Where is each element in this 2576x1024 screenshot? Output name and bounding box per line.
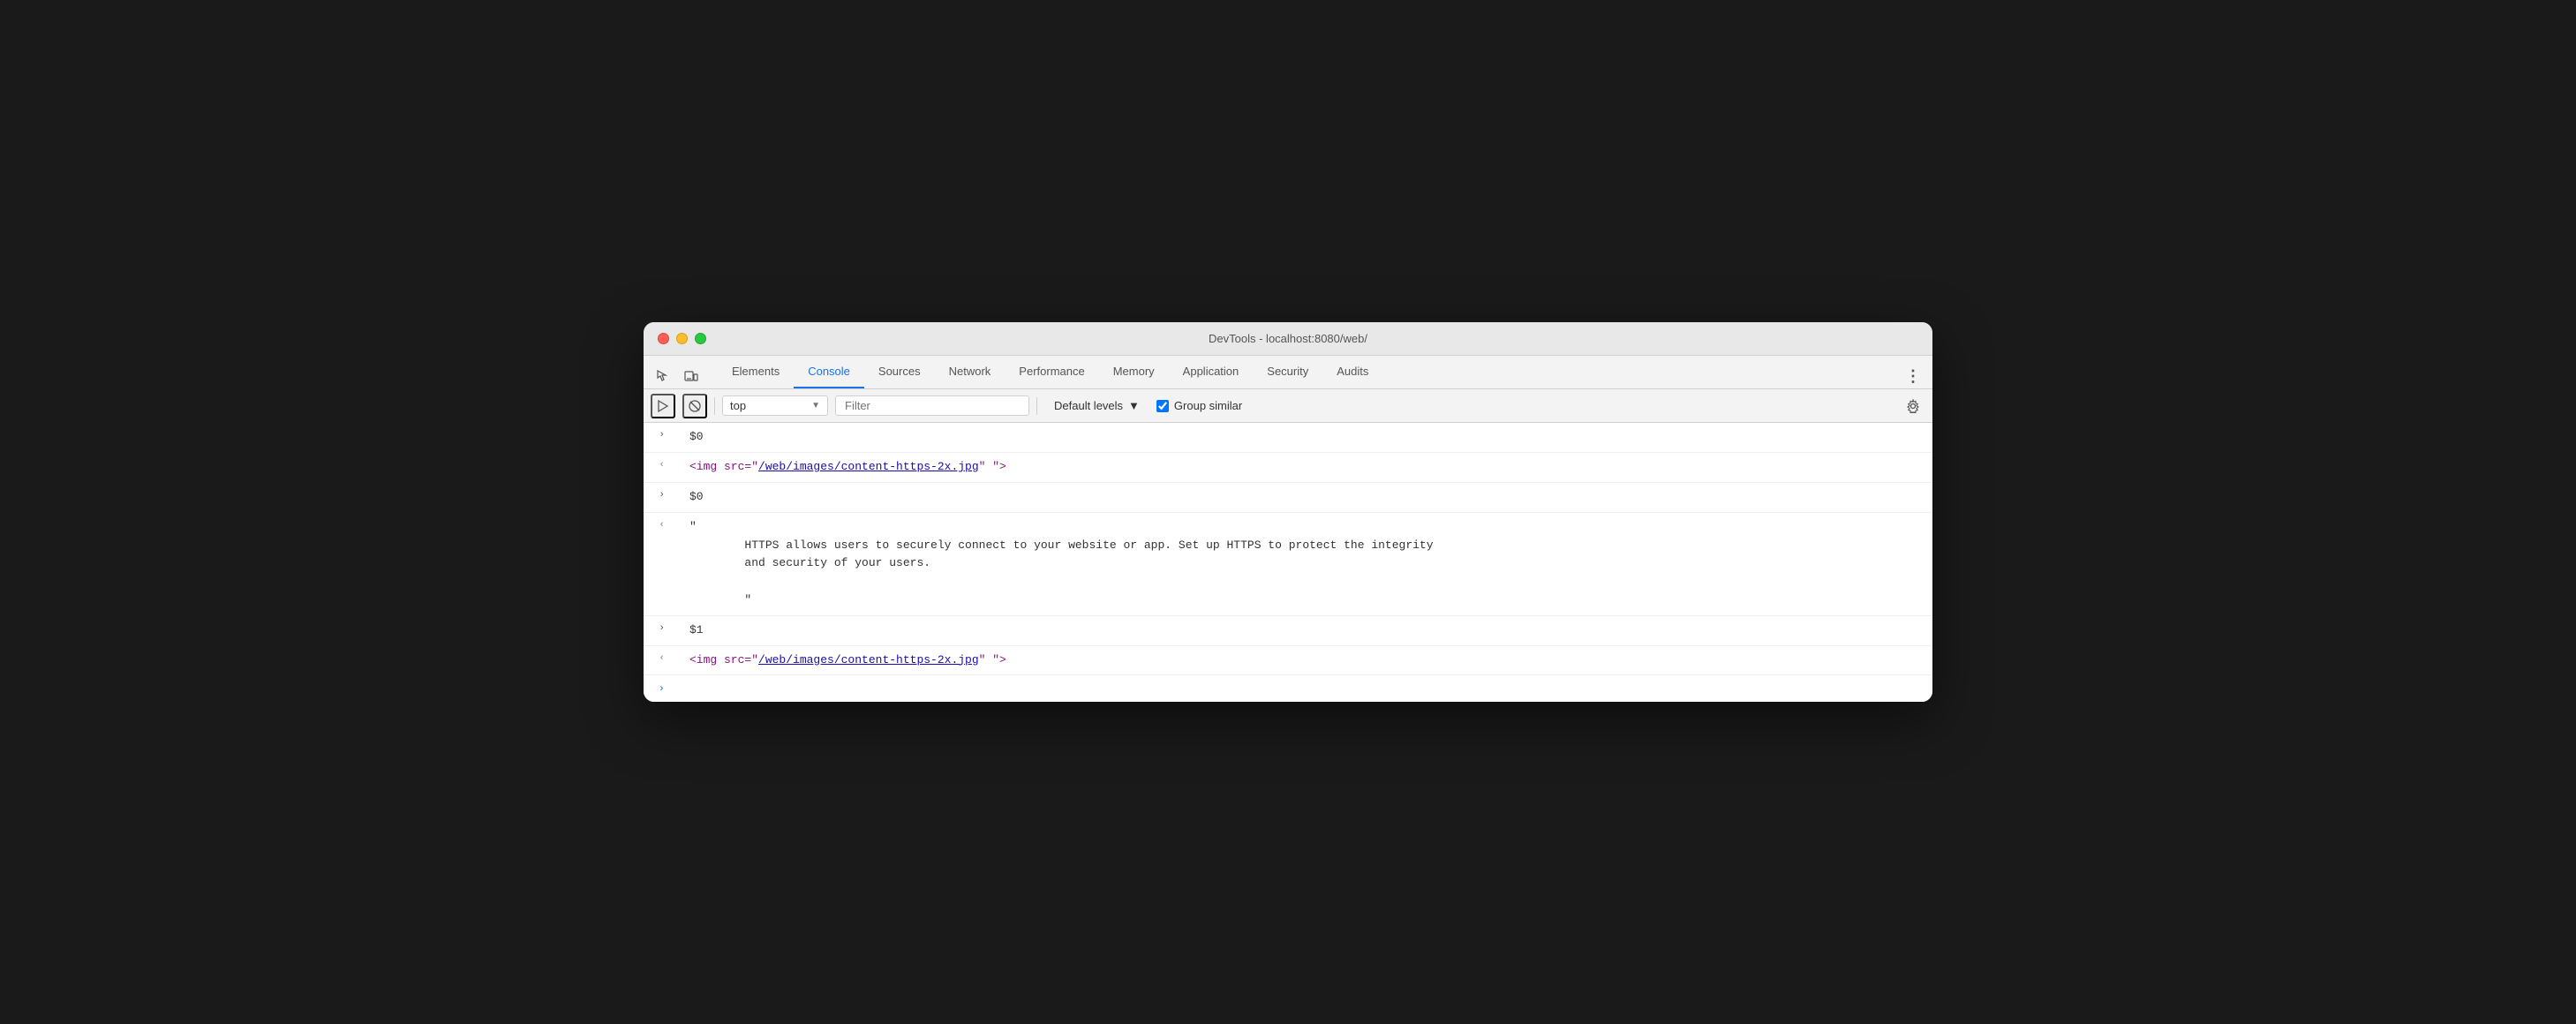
group-similar-text: Group similar — [1174, 399, 1242, 412]
more-tabs-button[interactable]: ⋮ — [1901, 364, 1925, 388]
levels-arrow-icon: ▼ — [1128, 399, 1140, 412]
context-arrow-icon: ▼ — [811, 401, 820, 410]
tab-application[interactable]: Application — [1169, 355, 1254, 388]
html-tag-close-1: " "> — [979, 460, 1006, 473]
input-arrow-icon: › — [659, 681, 665, 697]
toolbar-separator-2 — [1036, 397, 1037, 415]
inspect-element-button[interactable] — [651, 364, 675, 388]
html-link-1[interactable]: /web/images/content-https-2x.jpg — [758, 460, 979, 473]
tab-sources[interactable]: Sources — [864, 355, 935, 388]
arrow-right-icon-3: › — [659, 621, 665, 637]
row-content-5: $1 — [686, 620, 1932, 642]
row-content-6: <img src="/web/images/content-https-2x.j… — [686, 650, 1932, 672]
arrow-left-icon-1: ‹ — [659, 458, 665, 474]
row-gutter-6: ‹ — [644, 650, 672, 667]
tab-bar-right: ⋮ — [1901, 364, 1925, 388]
row-expand-6[interactable] — [672, 650, 686, 651]
tab-bar-left-icons — [651, 364, 704, 388]
arrow-left-icon-2: ‹ — [659, 518, 665, 534]
context-label: top — [730, 399, 746, 412]
row-expand-2[interactable] — [672, 456, 686, 458]
settings-gear-button[interactable] — [1901, 394, 1925, 418]
row-gutter-3: › — [644, 486, 672, 504]
html-tag-1: <img src=" — [689, 460, 758, 473]
html-tag-2: <img src=" — [689, 653, 758, 666]
traffic-lights — [658, 333, 706, 344]
row-expand-1[interactable] — [672, 426, 686, 428]
dollar-var-3: $1 — [689, 623, 704, 636]
tab-elements[interactable]: Elements — [718, 355, 794, 388]
row-gutter-2: ‹ — [644, 456, 672, 474]
tab-performance[interactable]: Performance — [1005, 355, 1098, 388]
maximize-button[interactable] — [695, 333, 706, 344]
tab-memory[interactable]: Memory — [1099, 355, 1169, 388]
row-expand-4[interactable] — [672, 516, 686, 518]
console-row-2: ‹ <img src="/web/images/content-https-2x… — [644, 453, 1932, 483]
console-row-1: › $0 — [644, 423, 1932, 453]
row-expand-3[interactable] — [672, 486, 686, 488]
device-toolbar-button[interactable] — [679, 364, 704, 388]
filter-input[interactable] — [835, 395, 1029, 416]
input-expand — [672, 688, 686, 689]
row-content-2: <img src="/web/images/content-https-2x.j… — [686, 456, 1932, 478]
console-row-5: › $1 — [644, 616, 1932, 646]
text-content-4: " HTTPS allows users to securely connect… — [689, 518, 1925, 610]
console-row-3: › $0 — [644, 483, 1932, 513]
row-expand-5[interactable] — [672, 620, 686, 621]
title-bar: DevTools - localhost:8080/web/ — [644, 322, 1932, 356]
row-gutter-4: ‹ — [644, 516, 672, 534]
tabs-container: Elements Console Sources Network Perform… — [718, 355, 1901, 388]
execute-context-button[interactable] — [651, 394, 675, 418]
row-gutter-5: › — [644, 620, 672, 637]
html-tag-close-2: " "> — [979, 653, 1006, 666]
tab-security[interactable]: Security — [1253, 355, 1322, 388]
arrow-right-icon-1: › — [659, 428, 665, 444]
row-gutter-1: › — [644, 426, 672, 444]
console-input[interactable] — [686, 681, 1932, 695]
arrow-left-icon-3: ‹ — [659, 651, 665, 667]
context-selector[interactable]: top ▼ — [722, 395, 828, 416]
row-content-4: " HTTPS allows users to securely connect… — [686, 516, 1932, 612]
window-title: DevTools - localhost:8080/web/ — [1209, 332, 1367, 345]
default-levels-button[interactable]: Default levels ▼ — [1044, 395, 1149, 416]
group-similar-checkbox[interactable] — [1156, 400, 1169, 412]
devtools-body: Elements Console Sources Network Perform… — [644, 356, 1932, 701]
console-row-4: ‹ " HTTPS allows users to securely conne… — [644, 513, 1932, 616]
toolbar-separator-1 — [714, 397, 715, 415]
group-similar-label[interactable]: Group similar — [1156, 399, 1242, 412]
tab-console[interactable]: Console — [794, 355, 864, 388]
console-row-6: ‹ <img src="/web/images/content-https-2x… — [644, 646, 1932, 676]
tab-audits[interactable]: Audits — [1322, 355, 1382, 388]
console-input-row: › — [644, 675, 1932, 701]
dollar-var-2: $0 — [689, 490, 704, 503]
console-content: › $0 ‹ <img src="/web/images/content-htt… — [644, 423, 1932, 701]
html-link-2[interactable]: /web/images/content-https-2x.jpg — [758, 653, 979, 666]
arrow-right-icon-2: › — [659, 488, 665, 504]
devtools-window: DevTools - localhost:8080/web/ — [644, 322, 1932, 701]
console-toolbar: top ▼ Default levels ▼ Group similar — [644, 389, 1932, 423]
levels-label: Default levels — [1054, 399, 1123, 412]
input-gutter: › — [644, 679, 672, 697]
tab-network[interactable]: Network — [935, 355, 1006, 388]
minimize-button[interactable] — [676, 333, 688, 344]
close-button[interactable] — [658, 333, 669, 344]
dollar-var-1: $0 — [689, 430, 704, 443]
row-content-1: $0 — [686, 426, 1932, 448]
clear-console-button[interactable] — [682, 394, 707, 418]
tab-bar: Elements Console Sources Network Perform… — [644, 356, 1932, 389]
row-content-3: $0 — [686, 486, 1932, 508]
